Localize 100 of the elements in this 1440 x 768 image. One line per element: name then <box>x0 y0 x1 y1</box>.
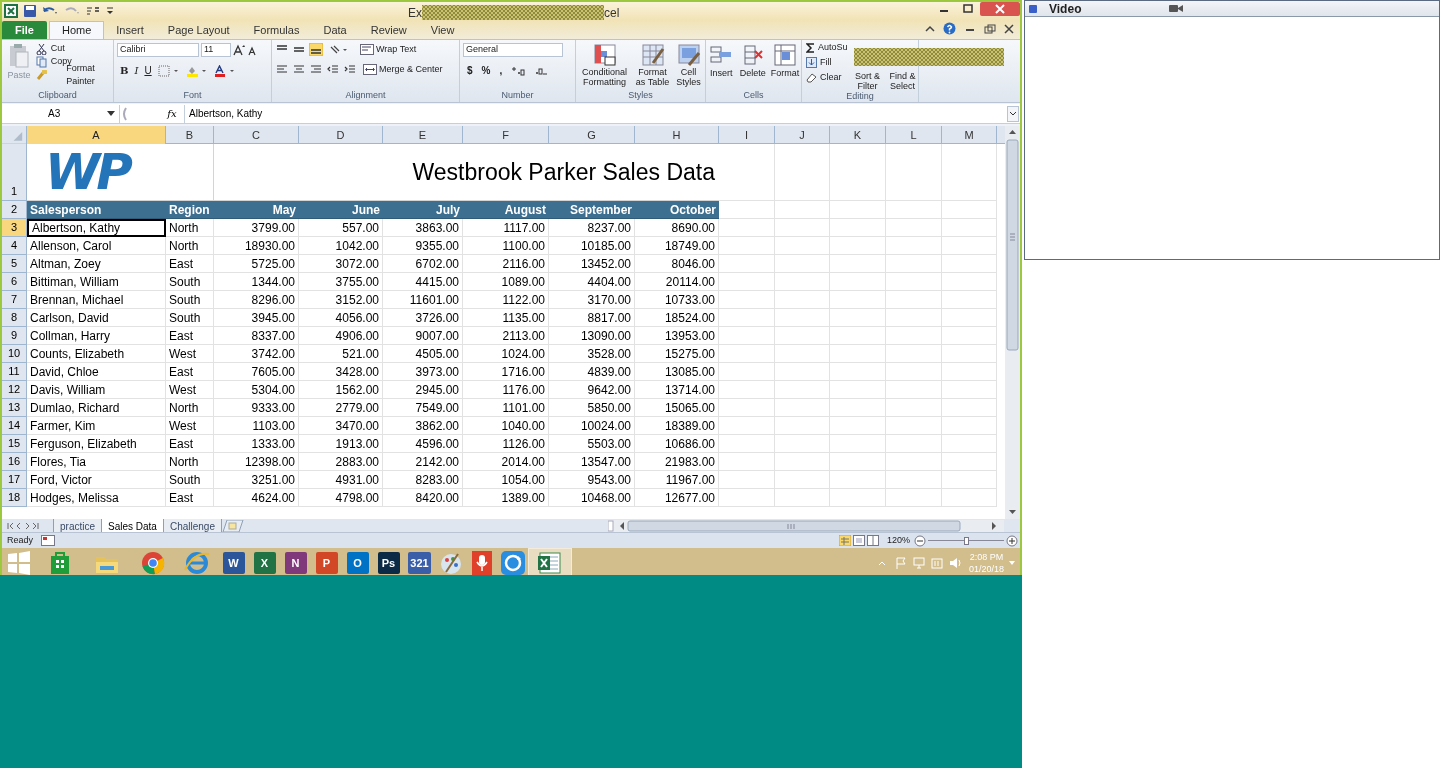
empty-cell[interactable] <box>830 471 886 489</box>
table-cell[interactable]: 521.00 <box>299 345 383 363</box>
column-header[interactable]: L <box>886 126 942 144</box>
empty-cell[interactable] <box>719 417 775 435</box>
table-cell[interactable]: David, Chloe <box>27 363 166 381</box>
table-cell[interactable]: 3755.00 <box>299 273 383 291</box>
table-cell[interactable]: 9333.00 <box>214 399 299 417</box>
table-cell[interactable]: 13090.00 <box>549 327 635 345</box>
table-cell[interactable]: 3528.00 <box>549 345 635 363</box>
table-cell[interactable]: Carlson, David <box>27 309 166 327</box>
table-cell[interactable]: 9355.00 <box>383 237 463 255</box>
ribbon-tab[interactable]: Page Layout <box>155 21 242 39</box>
empty-cell[interactable] <box>830 144 886 201</box>
select-all-icon[interactable] <box>2 126 27 144</box>
table-cell[interactable]: West <box>166 381 214 399</box>
table-cell[interactable]: South <box>166 291 214 309</box>
table-cell[interactable]: 1089.00 <box>463 273 549 291</box>
table-cell[interactable]: 2779.00 <box>299 399 383 417</box>
empty-cell[interactable] <box>942 309 997 327</box>
grow-font-icon[interactable] <box>233 44 245 56</box>
table-cell[interactable]: 4839.00 <box>549 363 635 381</box>
table-cell[interactable]: 1333.00 <box>214 435 299 453</box>
table-cell[interactable]: 18524.00 <box>635 309 719 327</box>
empty-cell[interactable] <box>942 219 997 237</box>
empty-cell[interactable] <box>719 381 775 399</box>
table-cell[interactable]: Ford, Victor <box>27 471 166 489</box>
empty-cell[interactable] <box>942 381 997 399</box>
empty-cell[interactable] <box>719 237 775 255</box>
row-header[interactable]: 2 <box>2 201 27 219</box>
table-cell[interactable]: 1389.00 <box>463 489 549 507</box>
italic-button[interactable]: I <box>134 63 139 78</box>
column-header[interactable]: C <box>214 126 299 144</box>
table-cell[interactable]: 8420.00 <box>383 489 463 507</box>
empty-cell[interactable] <box>775 309 830 327</box>
empty-cell[interactable] <box>942 327 997 345</box>
bold-button[interactable]: B <box>120 63 129 78</box>
comma-button[interactable]: , <box>499 63 503 78</box>
table-cell[interactable]: 4056.00 <box>299 309 383 327</box>
app-tile-icon[interactable]: 321 <box>408 552 431 574</box>
styles-button[interactable]: Format as Table <box>634 43 671 87</box>
ribbon-tab[interactable]: Data <box>311 21 359 39</box>
column-header[interactable]: J <box>775 126 830 144</box>
empty-cell[interactable] <box>942 237 997 255</box>
table-cell[interactable]: Flores, Tia <box>27 453 166 471</box>
empty-cell[interactable] <box>830 255 886 273</box>
empty-cell[interactable] <box>830 291 886 309</box>
close-icon[interactable] <box>980 2 1020 16</box>
align-left-icon[interactable] <box>275 62 289 76</box>
table-cell[interactable]: 9007.00 <box>383 327 463 345</box>
align-bottom-icon[interactable] <box>309 43 323 57</box>
page-break-icon[interactable] <box>866 535 879 546</box>
table-cell[interactable]: 3251.00 <box>214 471 299 489</box>
table-cell[interactable]: Collman, Harry <box>27 327 166 345</box>
empty-cell[interactable] <box>886 453 942 471</box>
row-header[interactable]: 18 <box>2 489 27 507</box>
column-header[interactable]: B <box>166 126 214 144</box>
column-header[interactable]: I <box>719 126 775 144</box>
empty-cell[interactable] <box>886 273 942 291</box>
empty-cell[interactable] <box>886 471 942 489</box>
empty-cell[interactable] <box>886 327 942 345</box>
app-tile-icon[interactable]: Ps <box>377 552 400 574</box>
horizontal-scrollbar[interactable] <box>608 519 1004 532</box>
empty-cell[interactable] <box>886 345 942 363</box>
styles-button[interactable]: Conditional Formatting <box>579 43 630 87</box>
empty-cell[interactable] <box>886 381 942 399</box>
zoom-level[interactable]: 120% <box>886 533 910 548</box>
file-tab[interactable]: File <box>2 21 47 39</box>
empty-cell[interactable] <box>886 399 942 417</box>
table-cell[interactable]: 13714.00 <box>635 381 719 399</box>
empty-cell[interactable] <box>719 144 775 201</box>
find-select-button[interactable]: Find & Select <box>887 71 918 91</box>
table-cell[interactable]: Hodges, Melissa <box>27 489 166 507</box>
table-cell[interactable]: 4906.00 <box>299 327 383 345</box>
table-cell[interactable]: East <box>166 435 214 453</box>
empty-cell[interactable] <box>775 219 830 237</box>
clear-button[interactable]: Clear <box>806 71 842 84</box>
row-header[interactable]: 10 <box>2 345 27 363</box>
table-cell[interactable]: 10185.00 <box>549 237 635 255</box>
empty-cell[interactable] <box>719 489 775 507</box>
table-cell[interactable]: 5850.00 <box>549 399 635 417</box>
table-cell[interactable]: 10686.00 <box>635 435 719 453</box>
styles-button[interactable]: Cell Styles <box>675 43 702 87</box>
table-cell[interactable]: Brennan, Michael <box>27 291 166 309</box>
table-cell[interactable]: 5725.00 <box>214 255 299 273</box>
table-cell[interactable]: 3945.00 <box>214 309 299 327</box>
volume-icon[interactable] <box>948 557 963 569</box>
save-icon[interactable] <box>24 5 36 17</box>
table-cell[interactable]: 3470.00 <box>299 417 383 435</box>
empty-cell[interactable] <box>886 435 942 453</box>
table-cell[interactable]: East <box>166 489 214 507</box>
empty-cell[interactable] <box>719 363 775 381</box>
empty-cell[interactable] <box>886 144 942 201</box>
empty-cell[interactable] <box>886 309 942 327</box>
table-cell[interactable]: 3863.00 <box>383 219 463 237</box>
empty-cell[interactable] <box>830 237 886 255</box>
empty-cell[interactable] <box>775 489 830 507</box>
empty-cell[interactable] <box>942 363 997 381</box>
row-header[interactable]: 12 <box>2 381 27 399</box>
table-cell[interactable]: Ferguson, Elizabeth <box>27 435 166 453</box>
table-cell[interactable]: North <box>166 219 214 237</box>
